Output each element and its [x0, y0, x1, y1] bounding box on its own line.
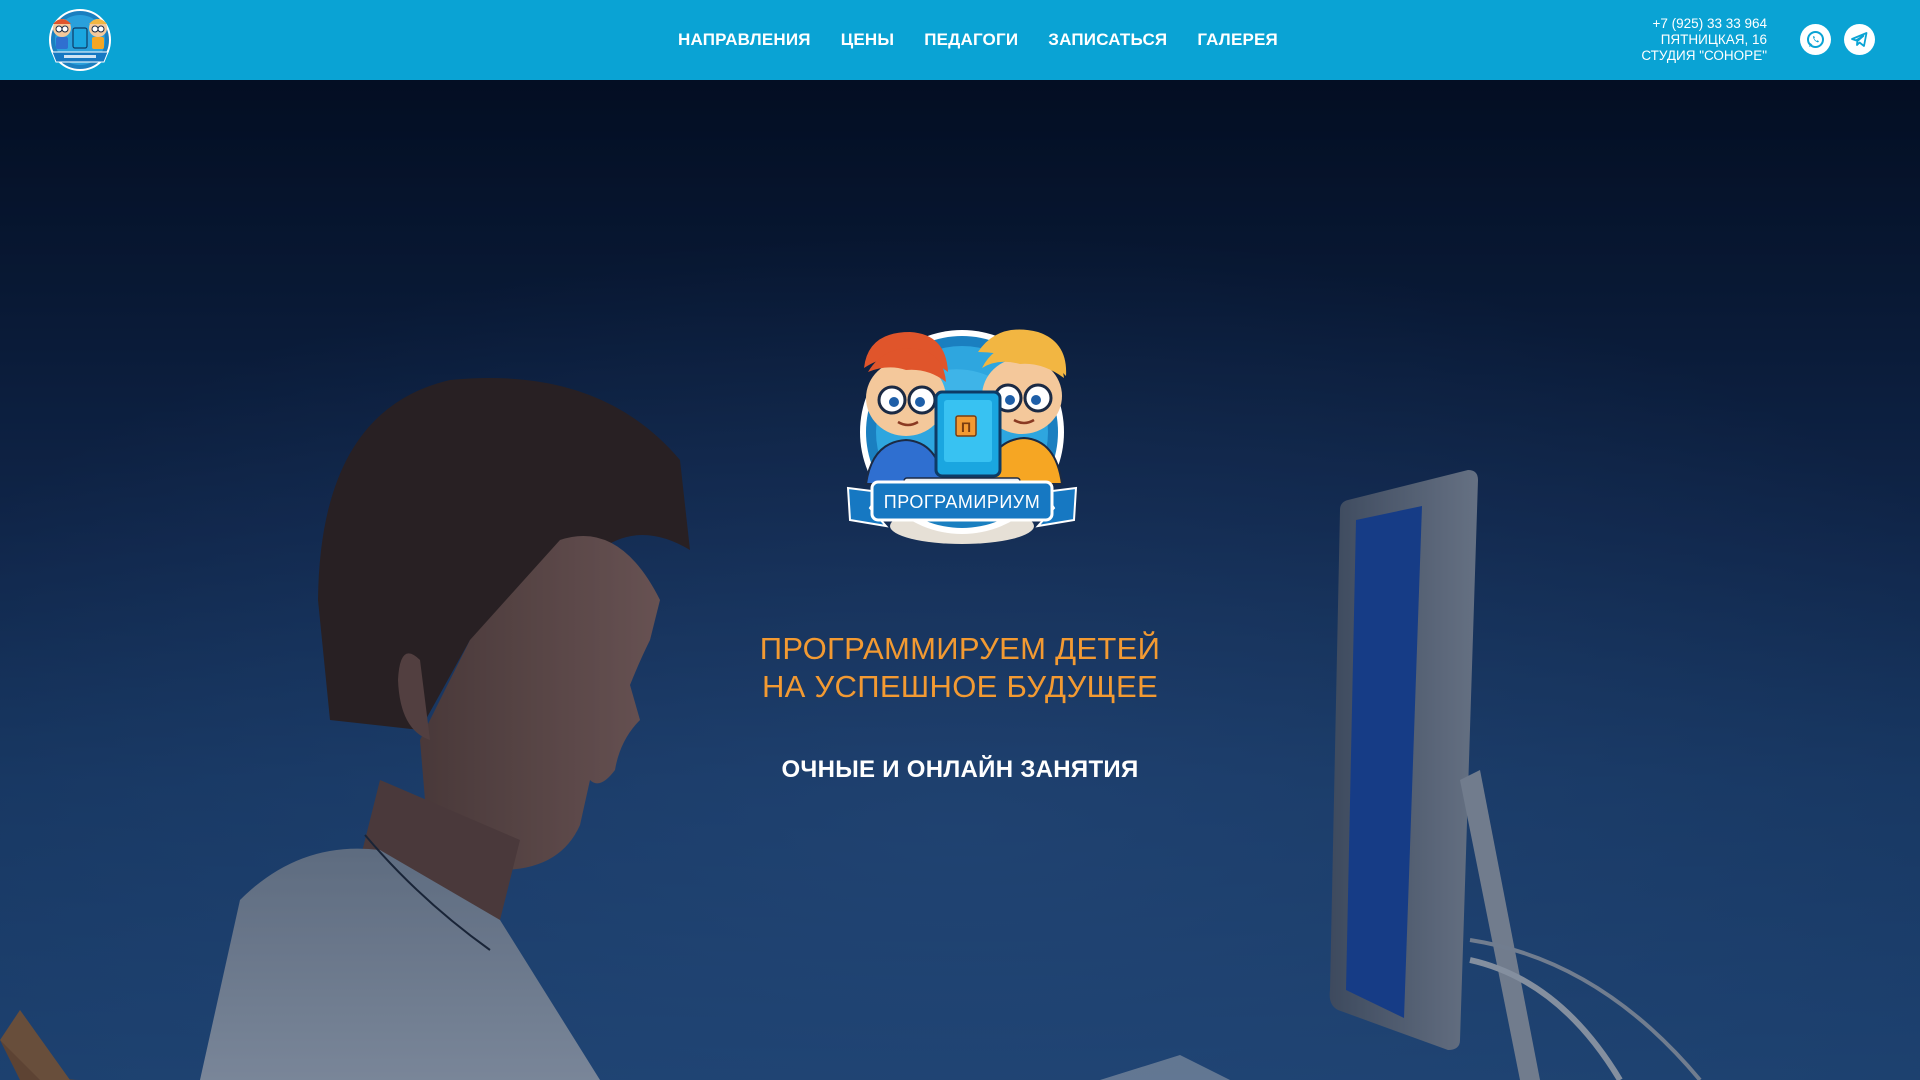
header-logo[interactable]: [42, 6, 118, 74]
hero-background-photo: [0, 80, 1920, 1080]
site-header: НАПРАВЛЕНИЯ ЦЕНЫ ПЕДАГОГИ ЗАПИСАТЬСЯ ГАЛ…: [0, 0, 1920, 80]
nav-link-teachers[interactable]: ПЕДАГОГИ: [924, 30, 1018, 50]
contact-info: +7 (925) 33 33 964 ПЯТНИЦКАЯ, 16 СТУДИЯ …: [1641, 16, 1767, 64]
hero-title-line1: ПРОГРАММИРУЕМ ДЕТЕЙ: [759, 631, 1161, 666]
hero-title-line2: НА УСПЕШНОЕ БУДУЩЕЕ: [761, 669, 1158, 704]
nav-link-directions[interactable]: НАПРАВЛЕНИЯ: [678, 30, 811, 50]
hero-logo-ribbon-text: ПРОГРАМИРИУМ: [884, 492, 1040, 512]
hero-title: ПРОГРАММИРУЕМ ДЕТЕЙ НА УСПЕШНОЕ БУДУЩЕЕ: [0, 630, 1920, 706]
studio-name: СТУДИЯ "СОНОРЕ": [1641, 48, 1767, 63]
telegram-icon: [1851, 32, 1868, 47]
hero-logo-screen-letter: П: [961, 419, 971, 435]
hero-subtitle: ОЧНЫЕ И ОНЛАЙН ЗАНЯТИЯ: [781, 756, 1139, 783]
main-nav: НАПРАВЛЕНИЯ ЦЕНЫ ПЕДАГОГИ ЗАПИСАТЬСЯ ГАЛ…: [678, 0, 1308, 80]
hero-logo: П ПРОГРАМИРИУМ: [846, 329, 1078, 544]
nav-link-prices[interactable]: ЦЕНЫ: [841, 30, 894, 50]
address: ПЯТНИЦКАЯ, 16: [1660, 32, 1767, 47]
whatsapp-button[interactable]: [1800, 24, 1831, 55]
nav-link-gallery[interactable]: ГАЛЕРЕЯ: [1197, 30, 1278, 50]
telegram-button[interactable]: [1844, 24, 1875, 55]
hero-section: П ПРОГРАМИРИУМ ПРОГРАММИРУЕМ ДЕТЕЙ НА УС…: [0, 80, 1920, 1080]
nav-link-signup[interactable]: ЗАПИСАТЬСЯ: [1048, 30, 1167, 50]
phone-number[interactable]: +7 (925) 33 33 964: [1641, 16, 1767, 32]
whatsapp-icon: [1807, 31, 1824, 48]
